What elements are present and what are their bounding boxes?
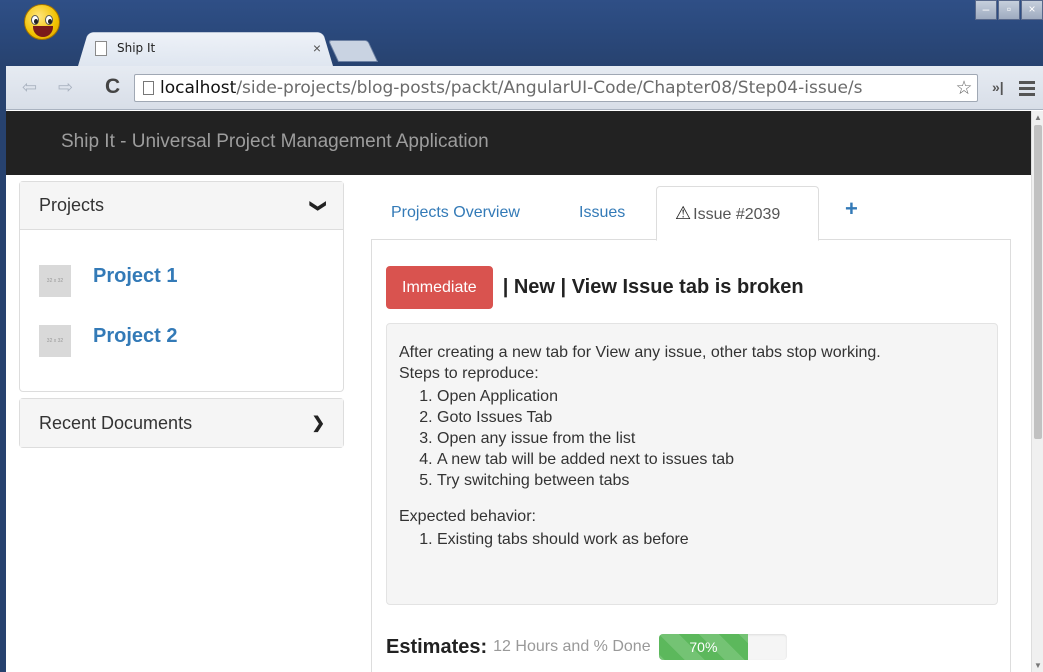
project-item[interactable]: 32 x 32 Project 1 xyxy=(20,246,343,306)
tab-projects-overview[interactable]: Projects Overview xyxy=(391,204,520,222)
tab-issues[interactable]: Issues xyxy=(579,204,625,222)
priority-badge[interactable]: Immediate xyxy=(386,266,493,309)
projects-title: Projects xyxy=(39,195,105,215)
browser-toolbar: ⇦ ⇨ C localhost/side-projects/blog-posts… xyxy=(6,66,1043,110)
forward-icon[interactable]: ⇨ xyxy=(58,77,73,98)
chevron-right-icon: ❯ xyxy=(311,415,325,432)
issue-title: | New | View Issue tab is broken xyxy=(502,276,804,298)
app-brand[interactable]: Ship It - Universal Project Management A… xyxy=(61,131,489,153)
tab-issue-2039[interactable]: ⚠ Issue #2039 xyxy=(656,186,819,241)
recent-documents-header[interactable]: Recent Documents ❯ xyxy=(20,399,343,447)
estimates-label: Estimates: xyxy=(386,635,488,658)
progress-bar: 70% xyxy=(658,634,787,660)
scroll-up-icon[interactable]: ▲ xyxy=(1034,113,1042,122)
browser-tab-title: Ship It xyxy=(117,41,156,55)
tab-issue-label: Issue #2039 xyxy=(693,206,781,223)
page-viewport: Ship It - Universal Project Management A… xyxy=(6,111,1031,672)
expected-label: Expected behavior: xyxy=(399,508,536,525)
list-item: Try switching between tabs xyxy=(437,470,985,491)
app-navbar: Ship It - Universal Project Management A… xyxy=(6,111,1031,175)
menu-icon[interactable] xyxy=(1019,81,1035,99)
project-item[interactable]: 32 x 32 Project 2 xyxy=(20,306,343,366)
extensions-overflow-icon[interactable]: »| xyxy=(992,79,1004,95)
estimates-row: Estimates: 12 Hours and % Done 70% xyxy=(386,634,787,660)
warning-icon: ⚠ xyxy=(675,203,692,223)
list-item: A new tab will be added next to issues t… xyxy=(437,449,985,470)
project-thumbnail: 32 x 32 xyxy=(39,265,71,297)
minimize-button[interactable]: – xyxy=(975,0,997,20)
page-icon xyxy=(95,40,107,56)
bookmark-star-icon[interactable]: ☆ xyxy=(951,77,977,100)
recent-documents-panel: Recent Documents ❯ xyxy=(19,398,344,448)
recent-documents-title: Recent Documents xyxy=(39,412,193,433)
back-icon[interactable]: ⇦ xyxy=(22,77,37,98)
issue-description: After creating a new tab for View any is… xyxy=(386,323,998,605)
chevron-down-icon: ❯ xyxy=(309,198,327,213)
issue-intro: After creating a new tab for View any is… xyxy=(399,344,881,361)
estimates-text: 12 Hours and % Done xyxy=(493,638,651,655)
window-titlebar: Ship It × – ▫ × xyxy=(0,0,1043,66)
scroll-thumb[interactable] xyxy=(1034,125,1042,439)
close-tab-icon[interactable]: × xyxy=(309,40,325,56)
issue-tabs: Projects Overview Issues ⚠ Issue #2039 + xyxy=(371,186,1011,241)
new-tab-button[interactable] xyxy=(327,40,379,62)
page-icon xyxy=(143,81,154,95)
url-host: localhost xyxy=(160,78,237,98)
projects-panel: Projects ❯ 32 x 32 Project 1 32 x 32 Pro… xyxy=(19,181,344,392)
list-item: Goto Issues Tab xyxy=(437,407,985,428)
url-text[interactable]: localhost/side-projects/blog-posts/packt… xyxy=(160,78,951,98)
reload-icon[interactable]: C xyxy=(105,75,120,99)
projects-panel-header[interactable]: Projects ❯ xyxy=(20,182,343,230)
expected-list: Existing tabs should work as before xyxy=(437,529,985,550)
profile-avatar-icon[interactable] xyxy=(24,4,60,40)
add-tab-button[interactable]: + xyxy=(845,196,858,222)
list-item: Open Application xyxy=(437,386,985,407)
steps-list: Open Application Goto Issues Tab Open an… xyxy=(437,386,985,491)
project-thumbnail: 32 x 32 xyxy=(39,325,71,357)
project-link[interactable]: Project 2 xyxy=(93,325,177,348)
address-bar[interactable]: localhost/side-projects/blog-posts/packt… xyxy=(134,74,978,102)
maximize-button[interactable]: ▫ xyxy=(998,0,1020,20)
scroll-down-icon[interactable]: ▼ xyxy=(1034,661,1042,670)
project-link[interactable]: Project 1 xyxy=(93,265,177,288)
list-item: Existing tabs should work as before xyxy=(437,529,985,550)
url-path: /side-projects/blog-posts/packt/AngularU… xyxy=(236,78,863,98)
page-scrollbar[interactable]: ▲ ▼ xyxy=(1031,111,1043,672)
close-window-button[interactable]: × xyxy=(1021,0,1043,20)
steps-label: Steps to reproduce: xyxy=(399,365,539,382)
list-item: Open any issue from the list xyxy=(437,428,985,449)
progress-fill: 70% xyxy=(658,634,749,660)
issue-content: Immediate | New | View Issue tab is brok… xyxy=(371,239,1011,672)
